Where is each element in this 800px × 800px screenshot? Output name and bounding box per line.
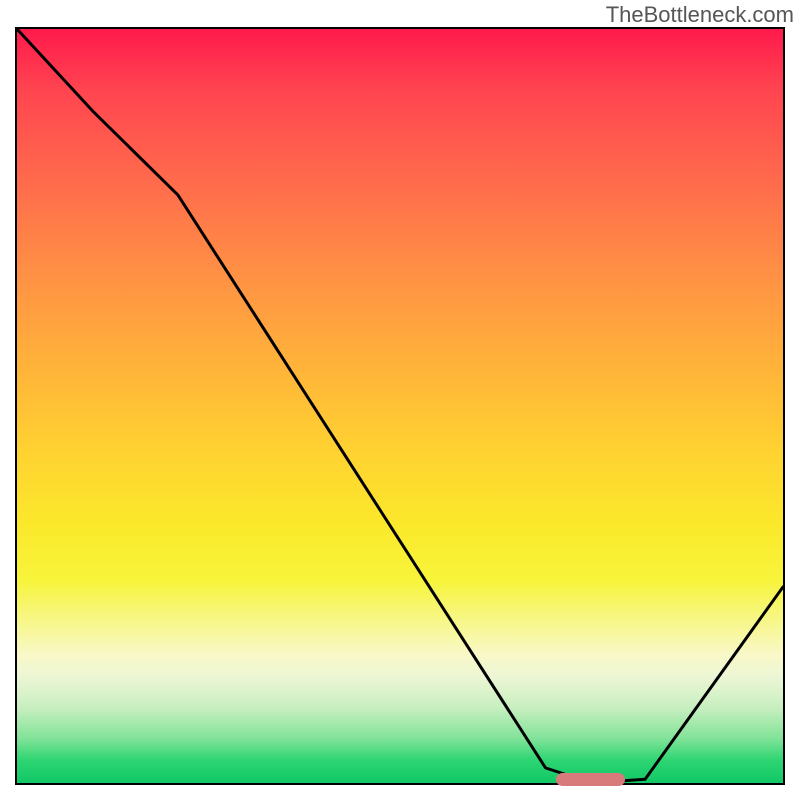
highlight-marker bbox=[556, 773, 625, 786]
chart-container: TheBottleneck.com bbox=[0, 0, 800, 800]
chart-svg bbox=[17, 29, 783, 783]
watermark-label: TheBottleneck.com bbox=[606, 2, 794, 28]
plot-area bbox=[15, 27, 785, 785]
data-curve bbox=[17, 29, 783, 783]
